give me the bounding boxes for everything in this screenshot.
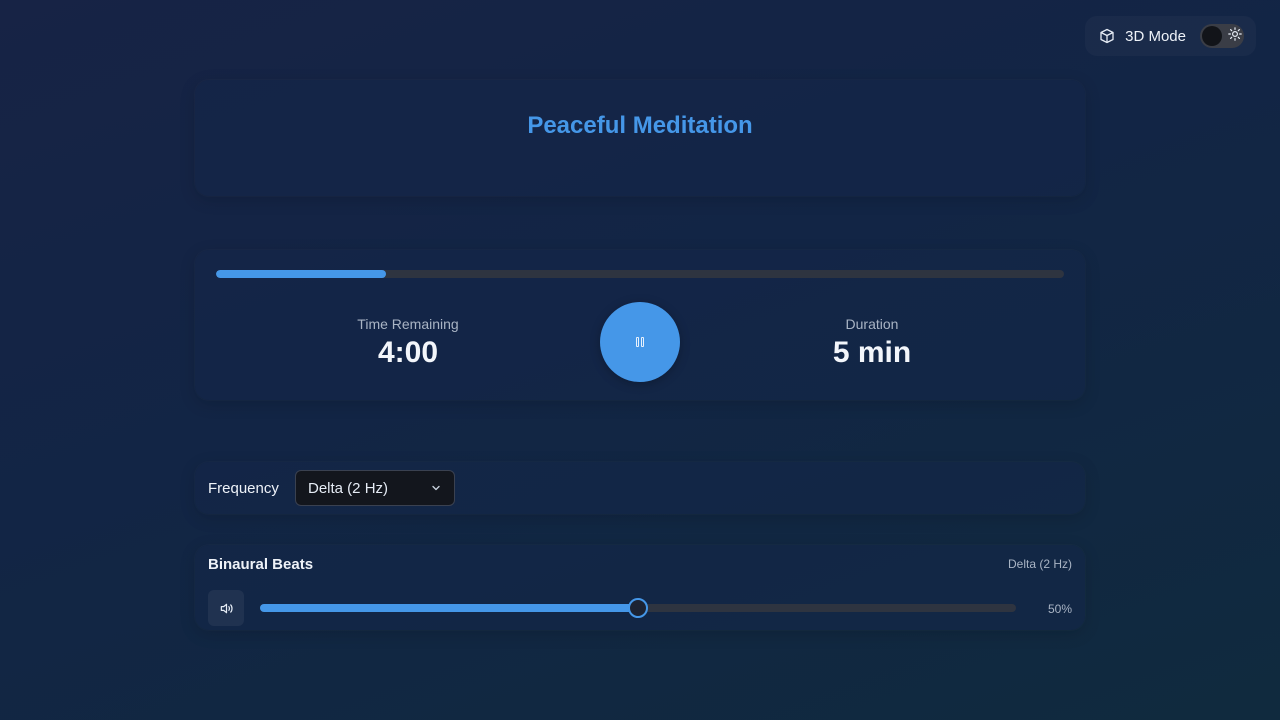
- mute-button[interactable]: [208, 590, 244, 626]
- play-pause-button[interactable]: [600, 302, 680, 382]
- title-card: Peaceful Meditation: [195, 80, 1085, 196]
- cube-icon: [1099, 28, 1115, 44]
- time-remaining: Time Remaining 4:00: [308, 316, 508, 370]
- duration: Duration 5 min: [772, 316, 972, 370]
- volume-percent: 50%: [1047, 602, 1072, 616]
- volume-icon: [219, 601, 234, 616]
- 3d-mode-toggle[interactable]: [1200, 24, 1244, 48]
- time-remaining-label: Time Remaining: [357, 316, 459, 332]
- chevron-down-icon: [430, 482, 442, 494]
- volume-slider-fill: [260, 604, 638, 612]
- frequency-select[interactable]: Delta (2 Hz): [295, 470, 455, 506]
- binaural-beats-card: Binaural Beats Delta (2 Hz) 50%: [195, 545, 1085, 630]
- toggle-knob: [1202, 26, 1222, 46]
- time-remaining-value: 4:00: [377, 336, 439, 369]
- volume-slider-thumb[interactable]: [628, 598, 648, 618]
- volume-slider[interactable]: [260, 598, 1016, 618]
- sun-icon: [1228, 27, 1242, 41]
- page-title: Peaceful Meditation: [527, 112, 753, 139]
- duration-value: 5 min: [832, 336, 912, 369]
- binaural-frequency-label: Delta (2 Hz): [1007, 557, 1072, 571]
- session-progress-bar: [216, 270, 1064, 278]
- mode-toggle-bar: 3D Mode: [1085, 16, 1256, 56]
- frequency-select-value: Delta (2 Hz): [308, 479, 389, 497]
- timer-card: Time Remaining 4:00 Duration 5 min: [195, 250, 1085, 400]
- frequency-card: Frequency Delta (2 Hz): [195, 462, 1085, 514]
- frequency-label: Frequency: [208, 480, 279, 497]
- binaural-beats-title: Binaural Beats: [208, 556, 314, 573]
- pause-icon: [636, 337, 644, 347]
- mode-label: 3D Mode: [1125, 27, 1186, 45]
- session-progress-fill: [216, 270, 386, 278]
- duration-label: Duration: [845, 316, 899, 332]
